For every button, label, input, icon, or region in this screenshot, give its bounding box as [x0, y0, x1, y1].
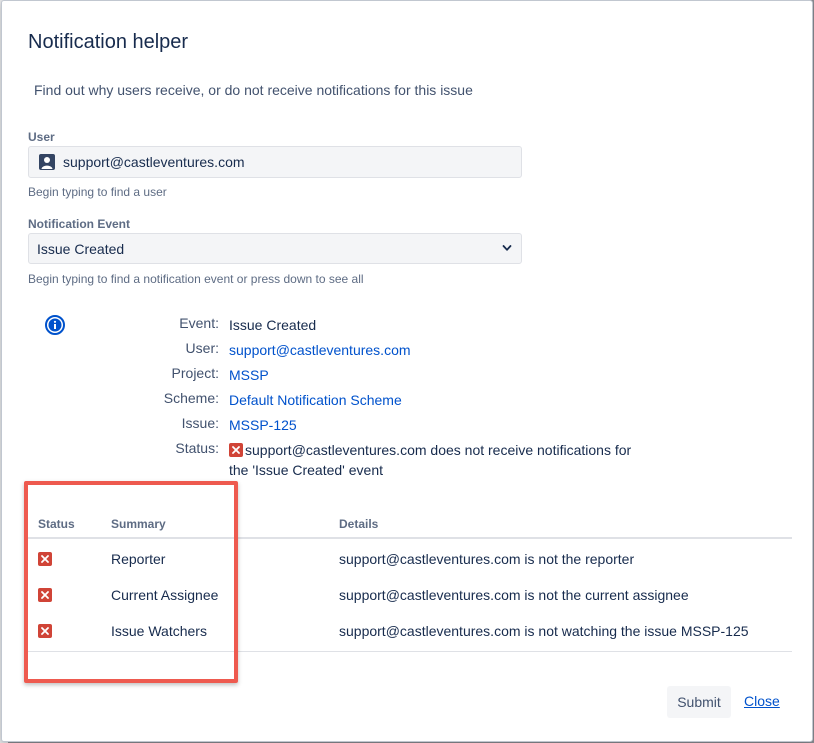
info-key: Project:: [171, 365, 219, 381]
user-picker-input[interactable]: support@castleventures.com: [28, 146, 522, 178]
header-status: Status: [38, 517, 75, 531]
notification-event-label: Notification Event: [28, 217, 131, 231]
info-row-user: User: support@castleventures.com: [122, 340, 642, 360]
error-x-icon: [38, 552, 52, 566]
user-avatar-icon: [39, 154, 55, 170]
info-row-issue: Issue: MSSP-125: [122, 415, 642, 435]
info-row-status: Status: support@castleventures.com does …: [122, 440, 642, 480]
table-row: Current Assignee support@castleventures.…: [28, 577, 792, 613]
dialog-title: Notification helper: [28, 31, 189, 53]
table-row: Issue Watchers support@castleventures.co…: [28, 613, 792, 649]
user-label: User: [28, 130, 55, 144]
info-key: User:: [185, 340, 219, 356]
info-key: Status:: [175, 440, 219, 456]
close-button[interactable]: Close: [744, 693, 780, 709]
row-details: support@castleventures.com is not watchi…: [339, 623, 749, 639]
status-message: support@castleventures.com does not rece…: [229, 442, 632, 478]
project-link[interactable]: MSSP: [229, 367, 269, 383]
info-icon: [45, 315, 65, 335]
row-summary: Reporter: [111, 551, 166, 567]
info-row-event: Event: Issue Created: [122, 315, 642, 335]
dialog-intro: Find out why users receive, or do not re…: [34, 82, 473, 98]
info-value-event: Issue Created: [229, 317, 317, 333]
info-row-project: Project: MSSP: [122, 365, 642, 385]
row-details: support@castleventures.com is not the re…: [339, 551, 635, 567]
chevron-down-icon: [502, 245, 512, 251]
issue-link[interactable]: MSSP-125: [229, 417, 297, 433]
error-x-icon: [38, 588, 52, 602]
table-row: Reporter support@castleventures.com is n…: [28, 541, 792, 577]
user-help-text: Begin typing to find a user: [28, 185, 167, 199]
scheme-link[interactable]: Default Notification Scheme: [229, 392, 402, 408]
error-x-icon: [229, 443, 243, 457]
error-x-icon: [38, 624, 52, 638]
notification-rules-table: Status Summary Details Reporter support@…: [28, 511, 792, 652]
notification-event-select[interactable]: Issue Created: [28, 233, 522, 264]
info-key: Issue:: [181, 415, 219, 431]
notification-helper-dialog: Notification helper Find out why users r…: [1, 0, 813, 742]
submit-button[interactable]: Submit: [667, 686, 731, 718]
user-picker-value: support@castleventures.com: [63, 154, 245, 170]
header-summary: Summary: [111, 517, 166, 531]
table-bottom-border: [28, 651, 792, 652]
row-summary: Issue Watchers: [111, 623, 207, 639]
row-summary: Current Assignee: [111, 587, 219, 603]
notification-event-value: Issue Created: [37, 240, 125, 257]
row-details: support@castleventures.com is not the cu…: [339, 587, 689, 603]
info-key: Event:: [179, 315, 219, 331]
header-details: Details: [339, 517, 379, 531]
notification-event-help-text: Begin typing to find a notification even…: [28, 272, 364, 286]
user-link[interactable]: support@castleventures.com: [229, 342, 411, 358]
info-row-scheme: Scheme: Default Notification Scheme: [122, 390, 642, 410]
table-header: Status Summary Details: [28, 511, 792, 539]
info-key: Scheme:: [163, 390, 219, 406]
